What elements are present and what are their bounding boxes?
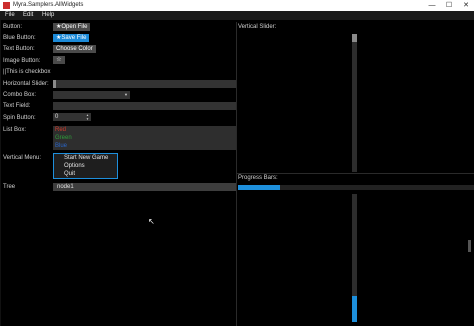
menu-help[interactable]: Help	[42, 12, 54, 18]
app-icon	[3, 2, 10, 9]
menu-edit[interactable]: Edit	[23, 12, 33, 18]
tree-label: Tree	[3, 184, 16, 190]
spin-down-icon[interactable]: ▼	[86, 117, 89, 121]
horizontal-slider[interactable]	[53, 80, 236, 88]
choose-color-button[interactable]: Choose Color	[53, 45, 96, 53]
vertical-menu: Start New Game Options Quit	[53, 153, 118, 179]
menu-file[interactable]: File	[5, 12, 15, 18]
text-button-label: Text Button:	[3, 46, 35, 52]
minimize-button[interactable]: —	[424, 0, 440, 11]
list-item-red[interactable]: Red	[55, 127, 66, 133]
horizontal-progress-fill	[238, 185, 280, 190]
list-item-blue[interactable]: Blue	[55, 143, 67, 149]
mouse-cursor-icon: ↖	[148, 217, 155, 226]
blue-button-label: Blue Button:	[3, 35, 36, 41]
spin-button-label: Spin Button:	[3, 115, 36, 121]
checkbox[interactable]: ||This is checkbox	[3, 69, 50, 75]
horizontal-progress-bar	[238, 185, 474, 190]
list-box-label: List Box:	[3, 127, 27, 133]
vertical-progress-fill	[352, 296, 357, 322]
horizontal-slider-label: Horizontal Slider:	[3, 81, 49, 87]
menu-bar: File Edit Help	[0, 11, 474, 20]
spin-button[interactable]: 0 ▲ ▼	[53, 113, 91, 121]
menu-item-quit[interactable]: Quit	[64, 171, 75, 177]
open-file-button[interactable]: ★Open File	[53, 23, 90, 31]
combo-box-label: Combo Box:	[3, 92, 37, 98]
list-item-green[interactable]: Green	[55, 135, 72, 141]
tree-node[interactable]: node1	[57, 184, 74, 190]
image-button[interactable]: ☆	[53, 56, 65, 64]
star-outline-icon: ☆	[56, 57, 62, 63]
vertical-slider[interactable]	[352, 34, 357, 172]
window-edge-grip[interactable]	[468, 240, 471, 252]
vertical-slider-label: Vertical Slider:	[238, 24, 277, 30]
menu-item-options[interactable]: Options	[64, 163, 85, 169]
title-bar: Myra.Samplers.AllWidgets — ☐ ✕	[0, 0, 474, 11]
tree[interactable]: node1	[53, 183, 236, 191]
slider-handle[interactable]	[53, 80, 56, 88]
image-button-label: Image Button:	[3, 58, 41, 64]
window-title: Myra.Samplers.AllWidgets	[13, 2, 84, 8]
combo-box[interactable]: ▼	[53, 91, 130, 99]
vertical-menu-label: Vertical Menu:	[3, 155, 42, 161]
maximize-button[interactable]: ☐	[441, 0, 457, 11]
vertical-progress-bar	[352, 194, 357, 322]
checkbox-label: This is checkbox	[6, 69, 51, 75]
chevron-down-icon: ▼	[124, 92, 128, 97]
vertical-slider-handle[interactable]	[352, 34, 357, 42]
text-field[interactable]	[53, 102, 236, 110]
spin-value: 0	[55, 114, 59, 120]
close-button[interactable]: ✕	[458, 0, 474, 11]
save-file-button[interactable]: ★Save File	[53, 34, 89, 42]
menu-item-start-new-game[interactable]: Start New Game	[64, 155, 108, 161]
progress-bars-label: Progress Bars:	[238, 175, 278, 181]
text-field-label: Text Field:	[3, 103, 31, 109]
right-splitter[interactable]	[237, 173, 474, 174]
vertical-splitter[interactable]	[236, 22, 237, 326]
button-label: Button:	[3, 24, 23, 30]
open-file-label: Open File	[61, 24, 88, 30]
list-box[interactable]: Red Green Blue	[53, 126, 236, 150]
save-file-label: Save File	[61, 35, 87, 41]
